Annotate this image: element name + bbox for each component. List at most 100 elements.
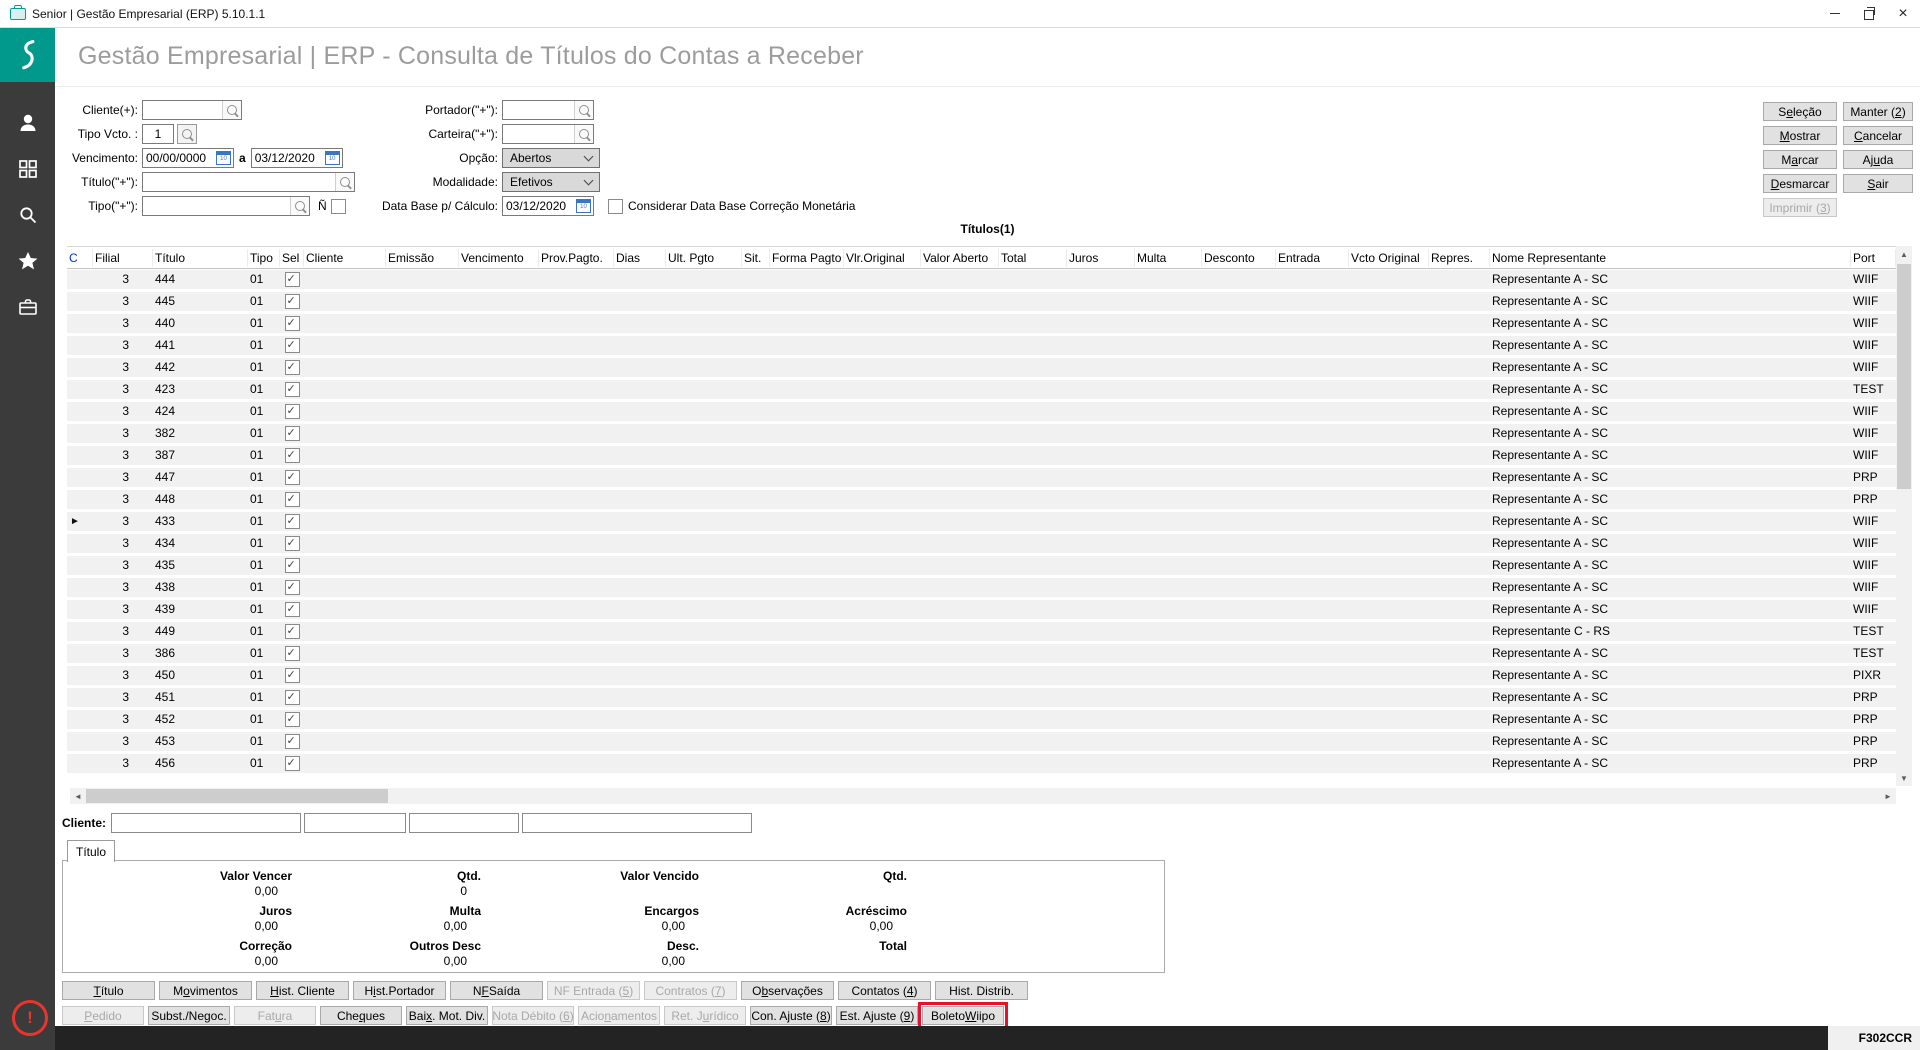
column-header[interactable]: Emissão <box>386 248 459 267</box>
column-header[interactable]: Tipo <box>248 248 280 267</box>
tipo-vcto-input[interactable] <box>143 125 173 143</box>
table-row[interactable]: ► 3 433 01 ✓ Representante A - SC WIIF <box>67 512 1896 531</box>
bottom-button[interactable]: Che q ues <box>320 1006 402 1025</box>
bottom-button[interactable]: Ret. Ju rídico <box>664 1006 746 1025</box>
bottom-button[interactable]: Acio n amentos <box>578 1006 660 1025</box>
n-checkbox[interactable] <box>330 198 346 214</box>
action-button[interactable]: Aj u da <box>1843 150 1913 169</box>
titulo-search-button[interactable] <box>335 173 354 191</box>
table-row[interactable]: ► 3 453 01 ✓ Representante A - SC PRP <box>67 732 1896 751</box>
bottom-button[interactable]: Hist. Distrib. <box>935 981 1028 1000</box>
scroll-left-icon[interactable]: ◄ <box>70 788 86 804</box>
action-button[interactable]: Imprimir (3) <box>1763 198 1837 217</box>
minimize-button[interactable] <box>1818 0 1852 27</box>
column-header[interactable]: Dias <box>614 248 666 267</box>
row-checkbox[interactable]: ✓ <box>284 316 300 331</box>
row-checkbox[interactable]: ✓ <box>284 448 300 463</box>
table-row[interactable]: ► 3 382 01 ✓ Representante A - SC WIIF <box>67 424 1896 443</box>
scroll-down-icon[interactable]: ▼ <box>1896 770 1912 786</box>
horizontal-scroll-thumb[interactable] <box>86 789 388 803</box>
row-checkbox[interactable]: ✓ <box>284 426 300 441</box>
table-row[interactable]: ► 3 423 01 ✓ Representante A - SC TEST <box>67 380 1896 399</box>
scroll-right-icon[interactable]: ► <box>1880 788 1896 804</box>
column-header[interactable]: Título <box>153 248 248 267</box>
row-checkbox[interactable]: ✓ <box>284 734 300 749</box>
bottom-button[interactable]: Hist. Cliente <box>256 981 349 1000</box>
tipo-input[interactable] <box>143 197 290 215</box>
vencimento-to-calendar-button[interactable] <box>322 149 342 167</box>
action-button[interactable]: Manter (2) <box>1843 102 1913 121</box>
column-header[interactable]: Filial <box>93 248 153 267</box>
apps-grid-icon[interactable] <box>17 158 39 180</box>
table-row[interactable]: ► 3 456 01 ✓ Representante A - SC PRP <box>67 754 1896 773</box>
column-header[interactable]: Juros <box>1067 248 1135 267</box>
cliente-field-2[interactable] <box>304 813 407 833</box>
row-checkbox[interactable]: ✓ <box>284 602 300 617</box>
restore-button[interactable] <box>1852 0 1886 27</box>
table-row[interactable]: ► 3 438 01 ✓ Representante A - SC WIIF <box>67 578 1896 597</box>
column-header[interactable]: Sel <box>280 248 304 267</box>
table-row[interactable]: ► 3 387 01 ✓ Representante A - SC WIIF <box>67 446 1896 465</box>
row-checkbox[interactable]: ✓ <box>284 470 300 485</box>
action-button[interactable]: Ma rcar <box>1763 150 1837 169</box>
table-row[interactable]: ► 3 449 01 ✓ Representante C - RS TEST <box>67 622 1896 641</box>
row-checkbox[interactable]: ✓ <box>284 360 300 375</box>
opcao-dropdown[interactable]: Abertos <box>502 148 600 168</box>
column-header[interactable]: Sit. <box>742 248 770 267</box>
bottom-button[interactable]: Título <box>62 981 155 1000</box>
column-header[interactable]: Prov.Pagto. <box>539 248 614 267</box>
cliente-search-button[interactable] <box>222 101 241 119</box>
carteira-search-button[interactable] <box>574 125 593 143</box>
table-row[interactable]: ► 3 435 01 ✓ Representante A - SC WIIF <box>67 556 1896 575</box>
row-checkbox[interactable]: ✓ <box>284 646 300 661</box>
row-checkbox[interactable]: ✓ <box>284 294 300 309</box>
cliente-field-3[interactable] <box>409 813 520 833</box>
column-header[interactable]: Nome Representante <box>1490 248 1851 267</box>
row-checkbox[interactable]: ✓ <box>284 558 300 573</box>
senior-logo[interactable] <box>0 27 55 82</box>
search-icon[interactable] <box>17 204 39 226</box>
row-checkbox[interactable]: ✓ <box>284 272 300 287</box>
row-checkbox[interactable]: ✓ <box>284 690 300 705</box>
column-header[interactable]: Vcto Original <box>1349 248 1429 267</box>
row-checkbox[interactable]: ✓ <box>284 382 300 397</box>
column-header[interactable]: Vlr.Original <box>844 248 921 267</box>
cliente-input[interactable] <box>143 101 222 119</box>
bottom-button[interactable]: Contatos (4) <box>838 981 931 1000</box>
bottom-button[interactable]: Nota Débito (6) <box>492 1006 574 1025</box>
column-header[interactable]: Forma Pagto <box>770 248 844 267</box>
action-button[interactable]: Mostrar <box>1763 126 1837 145</box>
bottom-button[interactable]: Contratos (7) <box>644 981 737 1000</box>
considerar-checkbox[interactable] <box>608 198 623 214</box>
column-header[interactable]: Entrada <box>1276 248 1349 267</box>
vertical-scrollbar[interactable]: ▲ ▼ <box>1896 246 1912 786</box>
column-header[interactable]: Port <box>1851 248 1896 267</box>
column-header[interactable]: Cliente <box>304 248 386 267</box>
modalidade-dropdown[interactable]: Efetivos <box>502 172 600 192</box>
database-calendar-button[interactable] <box>574 197 593 215</box>
table-row[interactable]: ► 3 442 01 ✓ Representante A - SC WIIF <box>67 358 1896 377</box>
column-header[interactable]: Repres. <box>1429 248 1490 267</box>
database-input[interactable] <box>503 197 574 215</box>
cliente-name-field[interactable] <box>522 813 753 833</box>
vencimento-to-input[interactable] <box>251 149 323 167</box>
action-button[interactable]: Desmarcar <box>1763 174 1837 193</box>
column-header[interactable]: Vencimento <box>459 248 539 267</box>
table-row[interactable]: ► 3 441 01 ✓ Representante A - SC WIIF <box>67 336 1896 355</box>
column-header[interactable]: Valor Aberto <box>921 248 999 267</box>
titulo-input[interactable] <box>143 173 335 191</box>
close-button[interactable]: × <box>1886 0 1920 27</box>
row-checkbox[interactable]: ✓ <box>284 514 300 529</box>
bottom-button[interactable]: Pedido <box>62 1006 144 1025</box>
tipo-search-button[interactable] <box>290 197 309 215</box>
briefcase-icon[interactable] <box>17 296 39 318</box>
vencimento-from-calendar-button[interactable] <box>214 149 233 167</box>
table-row[interactable]: ► 3 447 01 ✓ Representante A - SC PRP <box>67 468 1896 487</box>
row-checkbox[interactable]: ✓ <box>284 338 300 353</box>
table-row[interactable]: ► 3 452 01 ✓ Representante A - SC PRP <box>67 710 1896 729</box>
vertical-scroll-thumb[interactable] <box>1897 264 1911 489</box>
carteira-input[interactable] <box>503 125 574 143</box>
column-header[interactable]: Ult. Pgto <box>666 248 742 267</box>
row-checkbox[interactable]: ✓ <box>284 712 300 727</box>
portador-input[interactable] <box>503 101 574 119</box>
